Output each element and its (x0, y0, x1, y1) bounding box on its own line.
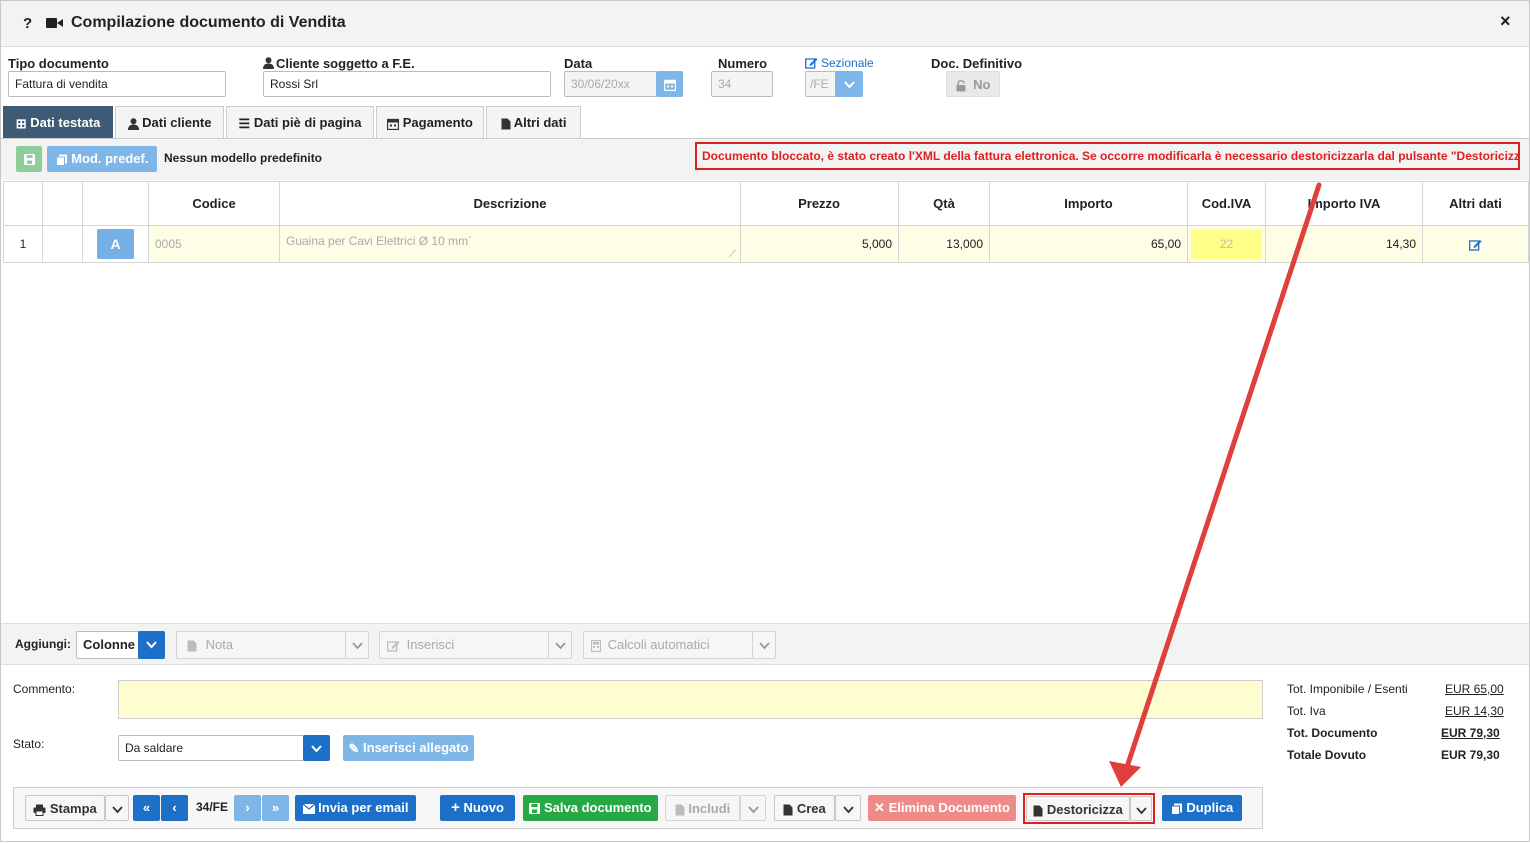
dialog-window: ? Compilazione documento di Vendita × Ti… (0, 0, 1530, 842)
arrow-shaft (1124, 182, 1322, 770)
annotation-arrow (1109, 182, 1322, 787)
arrow-head (1109, 761, 1141, 787)
